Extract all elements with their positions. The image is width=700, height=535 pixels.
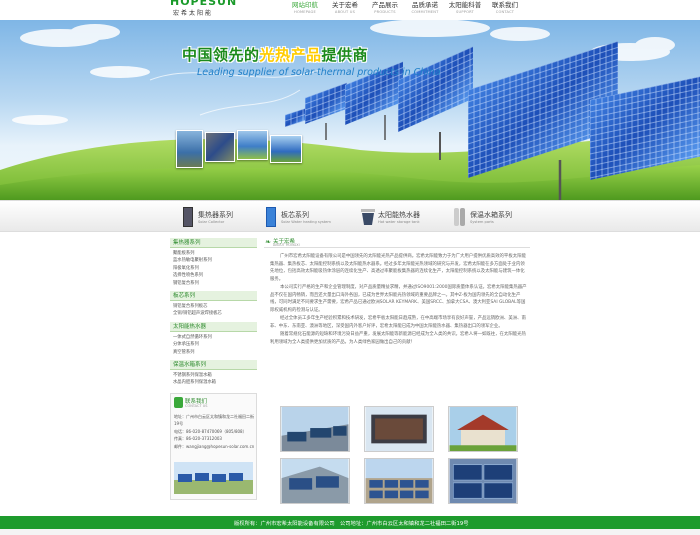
water-heater-icon [361, 209, 375, 225]
category-sublabel: Hot water storage tank [378, 220, 420, 224]
sidebar-item[interactable]: 蓝水热敏电聚射系列 [173, 257, 257, 264]
sidebar: 集热器系列 聚能板系列 蓝水热敏电聚射系列 阳极氧化系列 选择性喷色系列 钢铝复… [170, 236, 257, 500]
category-label: 太阳能热水器 [378, 211, 420, 219]
sidebar-item[interactable]: 全铜/铜铝超声波焊接板芯 [173, 310, 257, 317]
about-paragraph: 广州市宏希太阳能设备有限公司是中国领先的太阳能光热产品提供商。宏希太阳能致力于为… [270, 254, 526, 282]
nav-item-products[interactable]: 产品展示 PRODUCTS [365, 0, 405, 20]
sidebar-head-collector[interactable]: 集热器系列 [170, 238, 257, 248]
category-sublabel: Solar Collector [198, 220, 225, 224]
sidebar-item[interactable]: 铜铝复合系列板芯 [173, 303, 257, 310]
about-paragraph: 本公司实行严格的生产和企业管理制度，对产品质量精益求精，并通过ISO9001:2… [270, 285, 527, 313]
photo-panels-sky [270, 135, 302, 163]
sidebar-list: 聚能板系列 蓝水热敏电聚射系列 阳极氧化系列 选择性喷色系列 钢铝复合系列 [170, 248, 257, 289]
photo-panel-field [237, 130, 268, 160]
nav-label: 品质承诺 [412, 1, 438, 9]
nav-item-support[interactable]: 太阳能科普 SUPPORT [445, 0, 485, 20]
contact-email[interactable]: 邮件：wangjiang@hopesun-solar.com.cn [174, 443, 256, 451]
contact-lines: 地址：广州市白云区太和镇和龙二社福田二街19号 电话：86-020-874700… [174, 413, 256, 451]
logo[interactable]: HOPESUN 宏希太阳能 [170, 0, 250, 20]
nav-item-home[interactable]: 网站印航 HOMEPAGE [285, 0, 325, 20]
nav-item-commitment[interactable]: 品质承诺 COMMITMENT [405, 0, 445, 20]
contact-title-en: CONTACT US [185, 403, 208, 408]
nav-label: 联系我们 [492, 1, 518, 9]
sidebar-head-plate-core[interactable]: 板芯系列 [170, 291, 257, 302]
nav-sublabel: COMMITMENT [411, 10, 439, 14]
about-paragraph: 随着常规化石能源的短缺和环境污染日益严重，发展太阳能等新能源已经成为全人类的共识… [270, 332, 526, 345]
slogan-cn: 中国领先的光热产品提供商 [182, 46, 369, 64]
sidebar-item[interactable]: 钢铝复合系列 [173, 280, 257, 287]
nav-sublabel: ABOUT US [334, 10, 356, 14]
sidebar-item[interactable]: 不锈钢系列保温水箱 [173, 372, 257, 379]
nav-item-contact[interactable]: 联系我们 CONTACT [485, 0, 525, 20]
gallery-photo[interactable] [364, 406, 434, 452]
logo-cn: 宏希太阳能 [173, 10, 214, 17]
main-nav: 网站印航 HOMEPAGE 关于宏希 ABOUT US 产品展示 PRODUCT… [285, 0, 525, 20]
category-sublabel: Solar Water heating system [281, 220, 331, 224]
nav-label: 网站印航 [292, 1, 318, 9]
hero-banner: 中国领先的光热产品提供商 Leading supplier of solar-t… [0, 20, 700, 200]
category-label: 保温水箱系列 [470, 211, 512, 219]
nav-sublabel: HOMEPAGE [294, 10, 316, 14]
slogan-en: Leading supplier of solar-thermal produc… [197, 67, 441, 78]
contact-box: 联系我们 CONTACT US 地址：广州市白云区太和镇和龙二社福田二街19号 … [170, 392, 257, 500]
sidebar-item[interactable]: 阳极氧化系列 [173, 265, 257, 272]
collector-icon [183, 207, 193, 227]
header: HOPESUN 宏希太阳能 网站印航 HOMEPAGE 关于宏希 ABOUT U… [0, 0, 700, 20]
phone-icon [174, 396, 183, 408]
nav-sublabel: PRODUCTS [374, 10, 396, 14]
nav-label: 太阳能科普 [448, 1, 482, 9]
photo-tower [176, 130, 203, 168]
category-sublabel: System parts [470, 220, 494, 224]
nav-item-about[interactable]: 关于宏希 ABOUT US [325, 0, 365, 20]
sidebar-head-storage-tank[interactable]: 保温水箱系列 [170, 360, 257, 371]
gallery-photo[interactable] [280, 458, 350, 504]
contact-phone: 电话：86-020-87470069（805/808） [174, 428, 247, 434]
sidebar-list: 一体式自然循环系列 分体承压系列 真空管系列 [170, 332, 257, 358]
sidebar-list: 铜铝复合系列板芯 全铜/铜铝超声波焊接板芯 [170, 301, 257, 320]
footer: 版权所有：广州市宏希太阳能设备有限公司 公司地址：广州市白云区太和镇和龙二社福田… [0, 516, 700, 529]
footer-bottom [0, 529, 700, 535]
sidebar-item[interactable]: 真空管系列 [173, 349, 257, 356]
gallery-photo[interactable] [280, 406, 350, 452]
category-label: 板芯系列 [281, 211, 309, 219]
about-text: 广州市宏希太阳能设备有限公司是中国领先的太阳能光热产品提供商。宏希太阳能致力于为… [264, 248, 530, 346]
leaf-icon: ❧ [265, 238, 271, 246]
nav-sublabel: CONTACT [495, 10, 515, 14]
sidebar-item[interactable]: 分体承压系列 [173, 341, 257, 348]
gallery-photo[interactable] [448, 406, 518, 452]
about-paragraph: 经过全体员工多年生产经验积累和技术研发，宏希平板太阳能日趋成熟，在中高端市场享有… [270, 316, 526, 329]
logo-brand: HOPESUN [170, 0, 238, 8]
sidebar-item[interactable]: 一体式自然循环系列 [173, 334, 257, 341]
sidebar-item[interactable]: 选择性喷色系列 [173, 272, 257, 279]
sidebar-item[interactable]: 水晶内胆系列保温水箱 [173, 379, 257, 386]
contact-fax: 传真：86-020-37312003 [174, 436, 222, 442]
sidebar-head-water-heater[interactable]: 太阳能热水器 [170, 321, 257, 332]
nav-sublabel: SUPPORT [456, 10, 474, 14]
nav-label: 产品展示 [372, 1, 398, 9]
category-label: 集热器系列 [198, 211, 233, 219]
contact-address: 地址：广州市白云区太和镇和龙二社福田二街19号 [174, 413, 254, 427]
footer-text: 版权所有：广州市宏希太阳能设备有限公司 公司地址：广州市白云区太和镇和龙二社福田… [234, 521, 469, 527]
sidebar-list: 不锈钢系列保温水箱 水晶内胆系列保温水箱 [170, 370, 257, 389]
gallery-photo[interactable] [448, 458, 518, 504]
contact-photo [174, 461, 253, 494]
main-content: ❧ 关于宏希 ABOUT HONGXI 广州市宏希太阳能设备有限公司是中国领先的… [264, 236, 530, 504]
sidebar-item[interactable]: 聚能板系列 [173, 250, 257, 257]
photo-roof-panels [205, 132, 235, 162]
storage-tank-icon [454, 208, 465, 226]
about-heading: ❧ 关于宏希 ABOUT HONGXI [264, 236, 530, 248]
about-title-en: ABOUT HONGXI [273, 243, 300, 247]
nav-label: 关于宏希 [332, 1, 358, 9]
category-bar: 集热器系列 Solar Collector 板芯系列 Solar Water h… [0, 200, 700, 232]
gallery-photo[interactable] [364, 458, 434, 504]
plate-core-icon [266, 207, 276, 227]
